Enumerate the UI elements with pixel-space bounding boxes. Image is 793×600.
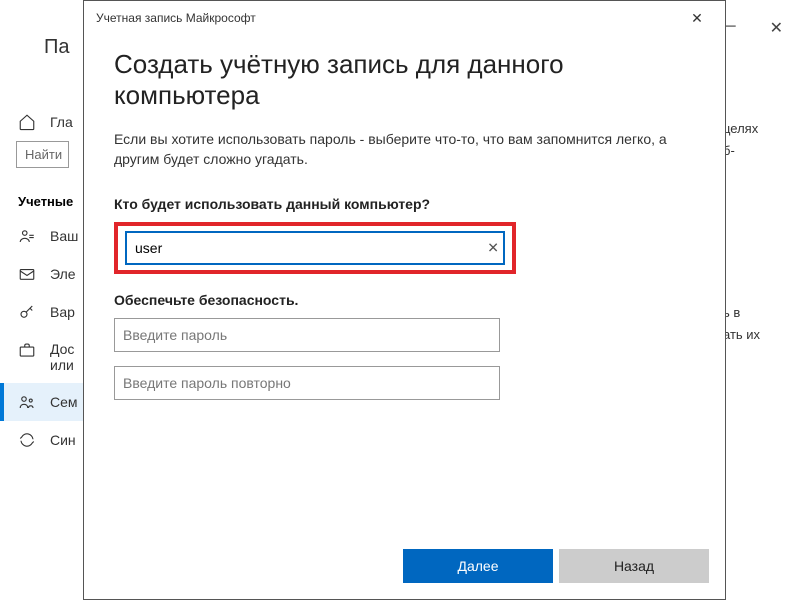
security-label: Обеспечьте безопасность. bbox=[114, 292, 695, 308]
home-icon bbox=[18, 113, 36, 131]
password-confirm-input[interactable] bbox=[114, 366, 500, 400]
username-input[interactable] bbox=[125, 231, 505, 265]
account-dialog: Учетная запись Майкрософт ✕ Создать учёт… bbox=[83, 0, 726, 600]
close-icon: ✕ bbox=[691, 10, 703, 27]
nav-item-family[interactable]: Сем bbox=[0, 383, 85, 421]
dialog-description: Если вы хотите использовать пароль - выб… bbox=[114, 129, 695, 170]
nav-item-email[interactable]: Эле bbox=[0, 255, 85, 293]
back-button[interactable]: Па bbox=[0, 28, 85, 67]
family-icon bbox=[18, 393, 36, 411]
nav-home[interactable]: Гла bbox=[0, 103, 85, 141]
close-button[interactable]: ✕ bbox=[675, 3, 719, 33]
nav-item-your-info[interactable]: Ваш bbox=[0, 217, 85, 255]
next-button[interactable]: Далее bbox=[403, 549, 553, 583]
close-icon-bg[interactable]: ✕ bbox=[770, 18, 783, 38]
settings-background: Па Гла Найти Учетные Ваш Эле Вар bbox=[0, 12, 85, 600]
nav-item-sync[interactable]: Син bbox=[0, 421, 85, 459]
nav-item-work-access[interactable]: Досили bbox=[0, 331, 85, 383]
right-background: ─ ✕ целях б- ь в ать их bbox=[723, 12, 793, 346]
back-button-dialog[interactable]: Назад bbox=[559, 549, 709, 583]
mail-icon bbox=[18, 265, 36, 283]
highlight-annotation: ✕ bbox=[114, 222, 516, 274]
key-icon bbox=[18, 303, 36, 321]
password-input[interactable] bbox=[114, 318, 500, 352]
dialog-title: Учетная запись Майкрософт bbox=[96, 11, 256, 25]
dialog-heading: Создать учётную запись для данного компь… bbox=[114, 49, 695, 111]
sync-icon bbox=[18, 431, 36, 449]
username-question: Кто будет использовать данный компьютер? bbox=[114, 196, 695, 212]
nav-item-signin-options[interactable]: Вар bbox=[0, 293, 85, 331]
dialog-titlebar: Учетная запись Майкрософт ✕ bbox=[84, 1, 725, 35]
clear-input-icon[interactable]: ✕ bbox=[487, 239, 499, 256]
briefcase-icon bbox=[18, 341, 36, 359]
search-input-bg[interactable]: Найти bbox=[16, 141, 69, 168]
user-icon bbox=[18, 227, 36, 245]
section-heading: Учетные bbox=[0, 182, 85, 217]
